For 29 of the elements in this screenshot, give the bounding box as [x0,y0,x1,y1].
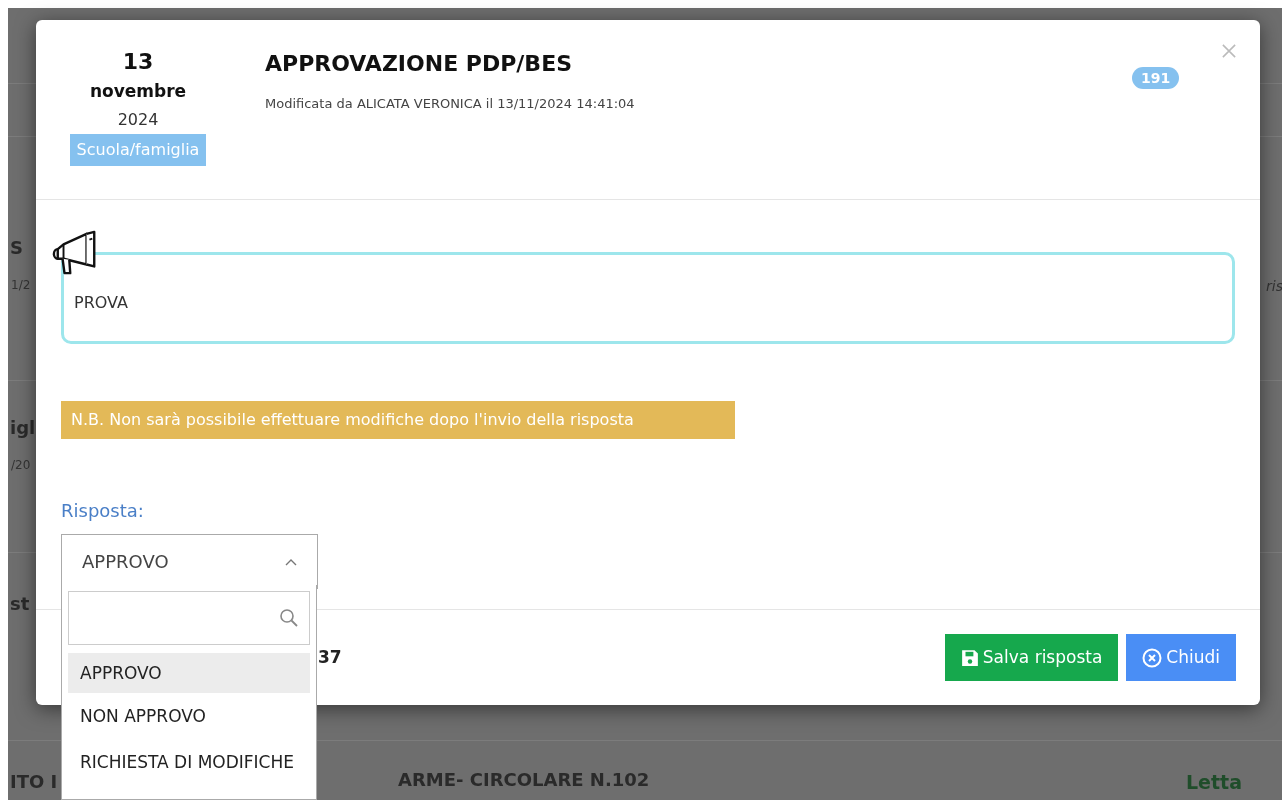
background-text: Letta [1186,770,1242,795]
date-year: 2024 [117,109,159,131]
background-text: 1/2 [11,277,31,294]
background-text: ris [1266,277,1282,296]
category-tag: Scuola/famiglia [69,134,207,166]
date-month: novembre [89,80,187,103]
close-circle-icon [1142,647,1163,668]
background-text: /20 [11,457,31,474]
background-text: ITO I [10,770,58,794]
background-text: S [10,236,23,260]
dropdown-option[interactable]: APPROVO [68,653,310,693]
search-icon [279,608,299,628]
message-box: PROVA [61,252,1235,344]
count-badge: 191 [1132,67,1180,89]
dropdown-option[interactable]: RICHIESTA DI MODIFICHE [68,739,310,785]
response-select[interactable]: APPROVO [61,534,318,589]
search-field[interactable] [68,591,310,645]
warning-banner: N.B. Non sarà possibile effettuare modifiche dopo l'invio della risposta [61,401,735,439]
response-label: Risposta: [61,499,145,523]
caret-icon [285,557,297,566]
date-day: 13 [122,48,154,76]
footer-text: 37 [318,645,342,669]
close-icon[interactable] [1222,44,1236,58]
notice-title: APPROVAZIONE PDP/BES [265,50,573,78]
background-text: ARME- CIRCOLARE N.102 [398,768,650,792]
background-text: igl [10,416,36,440]
background-text: st [10,592,30,616]
modified-info: Modificata da ALICATA VERONICA il 13/11/2024 14:41:04 [265,95,635,113]
dropdown-option[interactable]: NON APPROVO [68,693,310,739]
